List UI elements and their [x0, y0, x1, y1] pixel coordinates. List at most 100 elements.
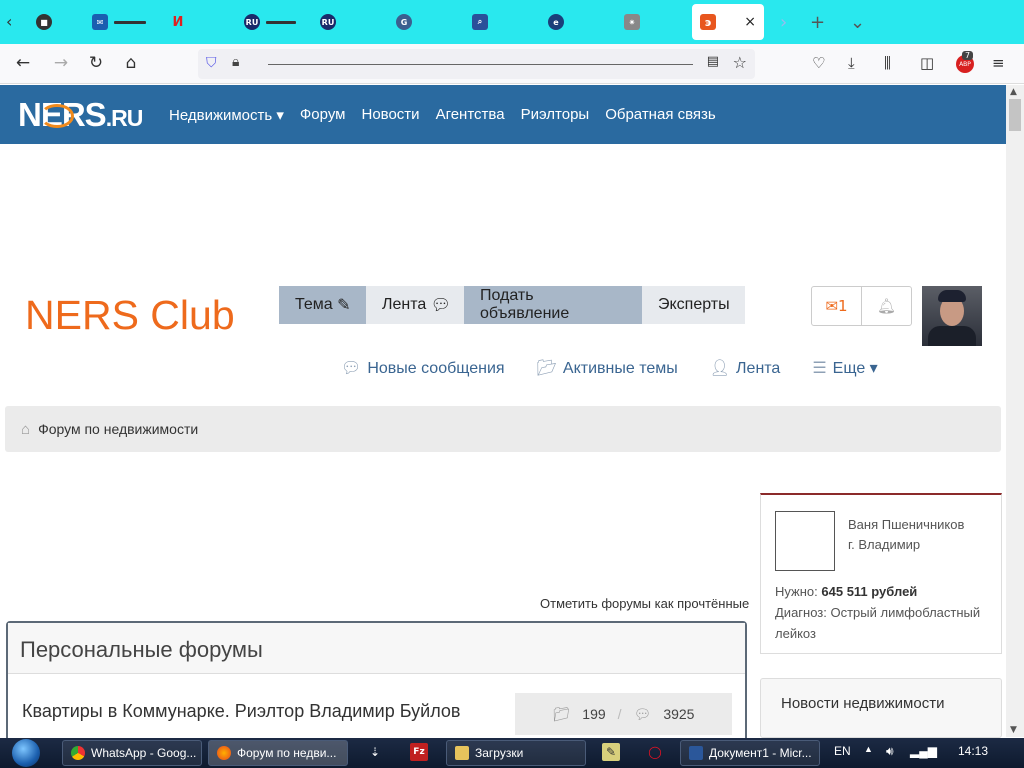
browser-tab[interactable]: ■ [36, 8, 52, 36]
tab-favicon-icon: ■ [36, 14, 52, 30]
folder-icon: 📂︎ [536, 360, 557, 377]
back-icon[interactable]: ← [12, 53, 34, 73]
mark-forums-read-link[interactable]: Отметить форумы как прочтённые [540, 596, 749, 611]
envelope-icon: ✉ [825, 297, 839, 315]
taskbar-item-word[interactable]: Документ1 - Micr... [680, 740, 820, 766]
list-icon: ☰ [812, 360, 827, 377]
person-city: г. Владимир [848, 537, 921, 552]
page-scrollbar[interactable]: ▲ ▼ [1006, 85, 1024, 737]
shield-icon[interactable]: ⛉ [206, 55, 217, 71]
search-icon: ⌕ [472, 14, 488, 30]
need-amount: 645 511 рублей [821, 584, 918, 599]
charity-card[interactable]: Ваня Пшеничников г. Владимир Нужно: 645 … [760, 493, 1002, 654]
menu-icon[interactable]: ≡ [992, 54, 1005, 72]
reload-icon[interactable]: ↻ [85, 53, 107, 73]
active-tab[interactable]: э × [692, 4, 764, 40]
menu-item-agencies[interactable]: Агентства [436, 106, 505, 124]
feed-label: Лента [382, 296, 427, 313]
firefox-icon [217, 746, 231, 760]
usb-icon[interactable]: ⇣ [366, 743, 384, 761]
forward-icon[interactable]: → [50, 53, 72, 73]
scrollbar-thumb[interactable] [1009, 99, 1021, 131]
realty-news-title[interactable]: Новости недвижимости [781, 695, 944, 712]
subnav-new-messages-label: Новые сообщения [367, 360, 505, 377]
taskbar-item-whatsapp[interactable]: WhatsApp - Goog... [62, 740, 202, 766]
subnav-more[interactable]: ☰ Еще ▾ [812, 358, 877, 378]
download-icon[interactable]: ⤓ [848, 54, 855, 72]
menu-item-forum[interactable]: Форум [300, 106, 346, 124]
tab-title-redacted [114, 20, 146, 24]
breadcrumb-forum-link[interactable]: Форум по недвижимости [38, 421, 198, 437]
forum-row-title[interactable]: Квартиры в Коммунарке. Риэлтор Владимир … [22, 701, 460, 722]
new-tab-button[interactable]: + [810, 12, 825, 33]
tray-expand-icon[interactable]: ▲ [864, 744, 873, 754]
language-indicator[interactable]: EN [834, 744, 851, 758]
new-topic-button[interactable]: Тема ✎ [279, 286, 366, 324]
browser-tab[interactable]: ✷ [624, 8, 640, 36]
posts-count: 3925 [663, 706, 695, 722]
club-title: NERS Club [25, 292, 235, 338]
subnav-active-topics[interactable]: 📂︎ Активные темы [537, 358, 678, 378]
topics-count: 199 [582, 706, 606, 722]
bell-icon: 🔔︎ [876, 297, 897, 315]
ru-icon: RU [244, 14, 260, 30]
subnav-feed[interactable]: 👤︎ Лента [710, 358, 781, 378]
forum-row-stats: 📁︎ 199 / 💬︎ 3925 [515, 693, 732, 735]
forum-subnav: 💬︎ Новые сообщения 📂︎ Активные темы 👤︎ Лент… [341, 358, 878, 378]
start-button[interactable] [4, 738, 48, 768]
filezilla-icon[interactable]: Fz [410, 743, 428, 761]
logo-swoosh-icon [40, 104, 74, 128]
forum-category-title[interactable]: Персональные форумы [8, 623, 745, 674]
opera-icon[interactable]: ◯ [646, 743, 664, 761]
experts-button[interactable]: Эксперты [642, 286, 745, 324]
home-icon[interactable]: ⌂ [120, 53, 142, 73]
tab-scroll-right-icon[interactable]: › [780, 12, 787, 33]
sidebar-icon[interactable]: ◫ [920, 54, 934, 72]
folder-icon: 📁︎ [552, 705, 571, 722]
diagnosis-text: Диагноз: Острый лимфобластный лейкоз [775, 605, 981, 641]
scroll-up-icon[interactable]: ▲ [1010, 87, 1017, 97]
scroll-down-icon[interactable]: ▼ [1010, 725, 1017, 735]
browser-tab[interactable]: G [396, 8, 412, 36]
signal-icon[interactable]: ▂▄▆ [910, 744, 937, 758]
alerts-button[interactable]: 🔔︎ [862, 287, 911, 325]
browser-tab[interactable]: И [170, 8, 186, 36]
post-ad-button[interactable]: Подать объявление [464, 286, 642, 324]
browser-tab[interactable]: RU [244, 8, 296, 36]
messages-button[interactable]: ✉ 1 [812, 287, 862, 325]
home-icon[interactable]: ⌂ [21, 421, 30, 438]
url-bar[interactable]: ⛉ 🔒︎ ▤ ☆ [198, 49, 755, 79]
user-icon: 👤︎ [709, 360, 731, 377]
feed-button[interactable]: Лента 💬︎ [366, 286, 464, 324]
browser-tab[interactable]: ✉ [92, 8, 146, 36]
user-avatar[interactable] [922, 286, 982, 346]
taskbar-item-forum[interactable]: Форум по недви... [208, 740, 348, 766]
subnav-new-messages[interactable]: 💬︎ Новые сообщения [341, 358, 505, 378]
taskbar-label: Форум по недви... [237, 746, 337, 760]
chat-bubbles-icon: 💬︎ [633, 705, 652, 722]
taskbar-label: Загрузки [475, 746, 524, 760]
browser-tab-strip: ‹ ■ ✉ И RU RU G ⌕ e ✷ э × › + ⌄ [0, 0, 1024, 44]
browser-tab[interactable]: e [548, 8, 564, 36]
menu-item-news[interactable]: Новости [361, 106, 419, 124]
site-logo[interactable]: NERS.RU [18, 96, 143, 134]
browser-tab[interactable]: ⌕ [472, 8, 488, 36]
tab-scroll-left-icon[interactable]: ‹ [6, 12, 12, 31]
taskbar-label: WhatsApp - Goog... [91, 746, 197, 760]
bookmark-star-icon[interactable]: ☆ [733, 53, 747, 72]
menu-item-realty[interactable]: Недвижимость ▾ [169, 106, 284, 124]
pocket-icon[interactable]: ♡ [812, 54, 825, 72]
menu-item-feedback[interactable]: Обратная связь [605, 106, 716, 124]
notepad-icon[interactable]: ✎ [602, 743, 620, 761]
tab-list-button[interactable]: ⌄ [850, 12, 865, 33]
menu-item-realtors[interactable]: Риэлторы [521, 106, 590, 124]
volume-icon[interactable]: 🔊︎ [886, 744, 894, 759]
person-info: Ваня Пшеничников г. Владимир [848, 515, 964, 555]
taskbar-item-downloads[interactable]: Загрузки [446, 740, 586, 766]
clock[interactable]: 14:13 [958, 744, 988, 758]
lock-icon[interactable]: 🔒︎ [232, 54, 239, 70]
close-tab-icon[interactable]: × [744, 14, 756, 30]
library-icon[interactable]: ⫼ [884, 54, 891, 72]
reader-view-icon[interactable]: ▤ [707, 54, 719, 69]
browser-tab[interactable]: RU [320, 8, 336, 36]
